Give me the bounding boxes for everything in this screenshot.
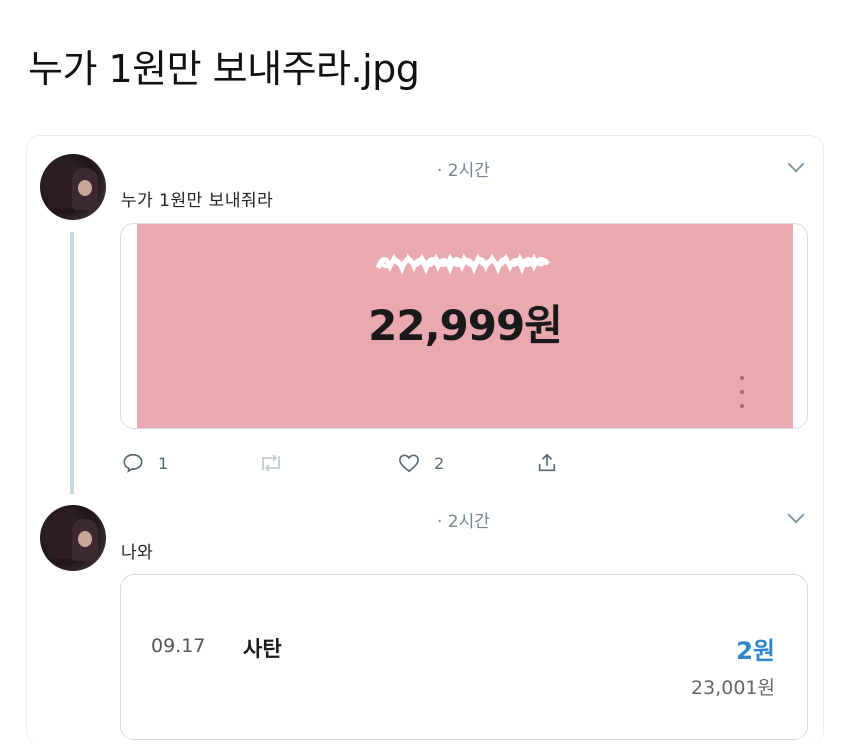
like-button[interactable]: 2	[398, 451, 444, 475]
share-button[interactable]	[536, 451, 558, 475]
avatar[interactable]	[40, 154, 106, 220]
like-count: 2	[434, 453, 445, 473]
transaction-date: 09.17	[151, 635, 206, 657]
tweet-text: 누가 1원만 보내줘라	[121, 191, 274, 211]
retweet-button[interactable]	[258, 451, 284, 475]
page-title: 누가 1원만 보내주라.jpg	[28, 47, 420, 91]
heart-icon	[399, 454, 419, 473]
transaction-amount: 2원	[736, 637, 775, 665]
tweet-image[interactable]: 22,999원	[120, 223, 808, 429]
transaction-card[interactable]: 09.17 사탄 2원 23,001원	[120, 574, 808, 740]
share-icon	[538, 453, 556, 472]
transfer-amount: 22,999원	[368, 301, 563, 350]
transaction-balance: 23,001원	[691, 677, 775, 699]
reply-button[interactable]: 1	[122, 451, 168, 475]
retweet-icon	[262, 454, 280, 472]
avatar[interactable]	[40, 505, 106, 571]
transaction-name: 사탄	[243, 637, 282, 661]
tweet-timestamp[interactable]: · 2시간	[437, 156, 490, 181]
transfer-screenshot: 22,999원	[137, 224, 793, 428]
redacted-scribble	[375, 253, 550, 275]
more-dots-icon	[740, 376, 746, 418]
tweet-timestamp[interactable]: · 2시간	[437, 507, 490, 532]
reply-icon	[123, 453, 143, 473]
reply-count: 1	[158, 453, 169, 473]
thread-line	[70, 232, 74, 494]
tweet-text: 나와	[121, 543, 154, 563]
